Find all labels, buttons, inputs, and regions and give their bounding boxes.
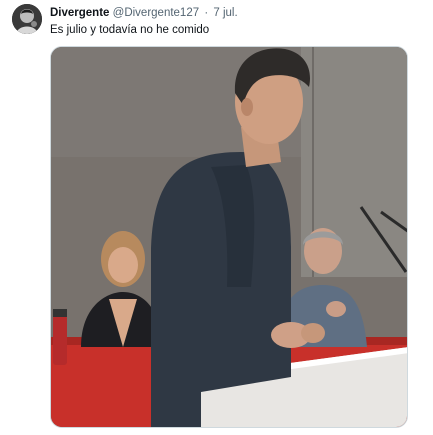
avatar[interactable] bbox=[12, 4, 42, 34]
tweet-media[interactable] bbox=[50, 46, 408, 428]
tweet-text: Es julio y todavía no he comido bbox=[50, 24, 210, 36]
tweet-date[interactable]: 7 jul. bbox=[213, 7, 237, 19]
handle[interactable]: @Divergente127 bbox=[113, 7, 199, 19]
separator: · bbox=[204, 7, 209, 19]
tweet-card[interactable]: Divergente @Divergente127 · 7 jul. Es ju… bbox=[0, 0, 433, 435]
media-image bbox=[51, 47, 407, 427]
avatar-image bbox=[12, 4, 42, 34]
tweet-header: Divergente @Divergente127 · 7 jul. bbox=[50, 6, 238, 20]
display-name[interactable]: Divergente bbox=[50, 7, 109, 19]
